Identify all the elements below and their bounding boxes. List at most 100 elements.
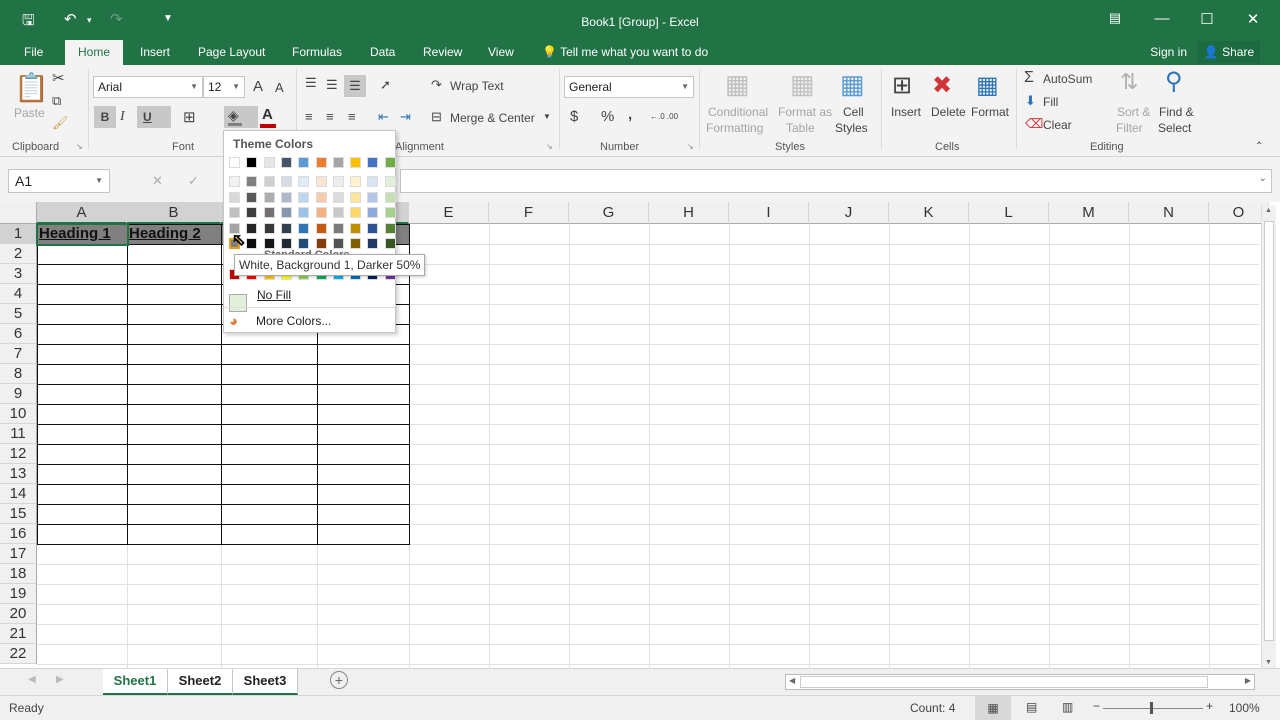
color-swatch[interactable] — [332, 191, 344, 203]
column-header[interactable]: A — [37, 202, 127, 224]
color-swatch[interactable] — [315, 238, 327, 249]
tab-page-layout[interactable]: Page Layout — [188, 40, 275, 65]
row-header[interactable]: 2 — [0, 244, 37, 264]
table-cell[interactable] — [127, 384, 222, 405]
color-swatch[interactable] — [263, 222, 275, 234]
select-all-button[interactable] — [0, 202, 37, 224]
scroll-left-icon[interactable]: ◀ — [789, 676, 795, 685]
table-cell[interactable] — [221, 444, 318, 465]
add-sheet-icon[interactable]: + — [330, 671, 348, 689]
table-cell[interactable] — [317, 484, 410, 505]
page-break-view-icon[interactable]: ▥ — [1062, 700, 1073, 714]
normal-view-icon[interactable]: ▦ — [975, 696, 1011, 720]
decrease-indent-icon[interactable]: ⇤ — [378, 109, 389, 125]
fill-button[interactable]: Fill — [1043, 95, 1058, 109]
page-layout-view-icon[interactable]: ▤ — [1026, 700, 1037, 714]
insert-button[interactable]: Insert — [891, 105, 921, 119]
column-header[interactable]: E — [409, 202, 489, 224]
table-cell[interactable] — [37, 264, 128, 285]
color-swatch[interactable] — [350, 191, 362, 203]
conditional-formatting-icon[interactable]: ▦ — [725, 69, 750, 100]
color-swatch[interactable] — [384, 157, 396, 168]
middle-align-icon[interactable]: ☰ — [326, 77, 338, 93]
color-swatch[interactable] — [263, 157, 275, 168]
format-as-table-button[interactable]: Format as — [778, 105, 832, 119]
chevron-down-icon[interactable]: ▼ — [543, 112, 551, 121]
color-swatch[interactable] — [263, 191, 275, 203]
cell-styles-icon[interactable]: ▦ — [840, 69, 865, 100]
format-painter-icon[interactable]: 🖌 — [52, 115, 69, 131]
color-swatch[interactable] — [367, 157, 379, 168]
insert-cells-icon[interactable]: ⊞ — [892, 71, 912, 100]
column-header[interactable]: G — [569, 202, 649, 224]
next-sheet-icon[interactable]: ▶ — [56, 674, 64, 685]
row-header[interactable]: 8 — [0, 364, 37, 384]
table-cell[interactable] — [37, 344, 128, 365]
conditional-formatting-button[interactable]: Conditional — [708, 105, 768, 119]
table-cell[interactable] — [37, 464, 128, 485]
color-swatch[interactable] — [367, 176, 379, 187]
font-name-dropdown[interactable]: Arial ▼ — [93, 76, 203, 98]
color-swatch[interactable] — [315, 207, 327, 218]
underline-button[interactable]: U — [137, 106, 171, 128]
shrink-font-button[interactable]: A — [275, 80, 284, 95]
table-cell[interactable] — [127, 244, 222, 265]
color-swatch[interactable] — [332, 176, 344, 187]
paste-icon[interactable]: 📋 — [14, 71, 49, 104]
table-cell[interactable] — [221, 364, 318, 385]
table-cell[interactable] — [221, 424, 318, 445]
scroll-thumb[interactable] — [800, 676, 1208, 688]
color-swatch[interactable] — [367, 191, 379, 203]
color-swatch[interactable] — [298, 207, 310, 218]
color-swatch[interactable] — [246, 176, 258, 187]
increase-indent-icon[interactable]: ⇥ — [400, 109, 411, 125]
table-cell[interactable] — [37, 384, 128, 405]
bold-button[interactable]: B — [94, 106, 116, 128]
row-header[interactable]: 22 — [0, 644, 37, 664]
comma-button[interactable]: , — [628, 106, 632, 123]
column-header[interactable]: M — [1049, 202, 1129, 224]
table-cell[interactable] — [127, 364, 222, 385]
color-swatch[interactable] — [280, 207, 292, 218]
table-cell[interactable] — [37, 404, 128, 425]
bottom-align-icon[interactable]: ☰ — [344, 75, 366, 97]
row-header[interactable]: 1 — [0, 224, 37, 244]
color-swatch[interactable] — [350, 157, 362, 168]
color-swatch[interactable] — [350, 176, 362, 187]
tell-me-box[interactable]: 💡 Tell me what you want to do — [532, 40, 718, 65]
color-swatch[interactable] — [367, 207, 379, 218]
expand-formula-icon[interactable]: ⌄ — [1259, 173, 1267, 184]
table-cell[interactable] — [37, 524, 128, 545]
color-swatch[interactable] — [315, 191, 327, 203]
format-button[interactable]: Format — [971, 105, 1009, 119]
color-swatch[interactable] — [246, 191, 258, 203]
italic-button[interactable]: I — [120, 109, 125, 125]
column-header[interactable]: I — [729, 202, 809, 224]
row-header[interactable]: 7 — [0, 344, 37, 364]
row-header[interactable]: 9 — [0, 384, 37, 404]
color-swatch[interactable] — [229, 157, 240, 168]
row-header[interactable]: 12 — [0, 444, 37, 464]
color-swatch[interactable] — [298, 222, 310, 234]
table-cell[interactable] — [127, 324, 222, 345]
sort-filter-icon[interactable]: ⇅ — [1120, 69, 1138, 95]
color-swatch[interactable] — [332, 238, 344, 249]
cell-b1[interactable]: Heading 2 — [127, 224, 221, 244]
increase-decimal-button[interactable]: ←.0 .00 — [650, 112, 678, 121]
scroll-right-icon[interactable]: ▶ — [1245, 676, 1251, 685]
color-swatch[interactable] — [298, 157, 310, 168]
color-swatch[interactable] — [280, 157, 292, 168]
tab-insert[interactable]: Insert — [130, 40, 180, 65]
table-cell[interactable] — [317, 384, 410, 405]
zoom-slider[interactable] — [1103, 708, 1203, 709]
collapse-ribbon-icon[interactable]: ⌃ — [1255, 141, 1263, 152]
tab-formulas[interactable]: Formulas — [282, 40, 352, 65]
color-swatch[interactable] — [229, 191, 240, 203]
color-swatch[interactable] — [246, 238, 258, 249]
table-cell[interactable] — [37, 284, 128, 305]
table-cell[interactable] — [317, 464, 410, 485]
table-cell[interactable] — [127, 304, 222, 325]
row-header[interactable]: 11 — [0, 424, 37, 444]
vertical-scrollbar[interactable]: ▲ ▼ — [1261, 205, 1276, 668]
color-swatch[interactable] — [367, 222, 379, 234]
